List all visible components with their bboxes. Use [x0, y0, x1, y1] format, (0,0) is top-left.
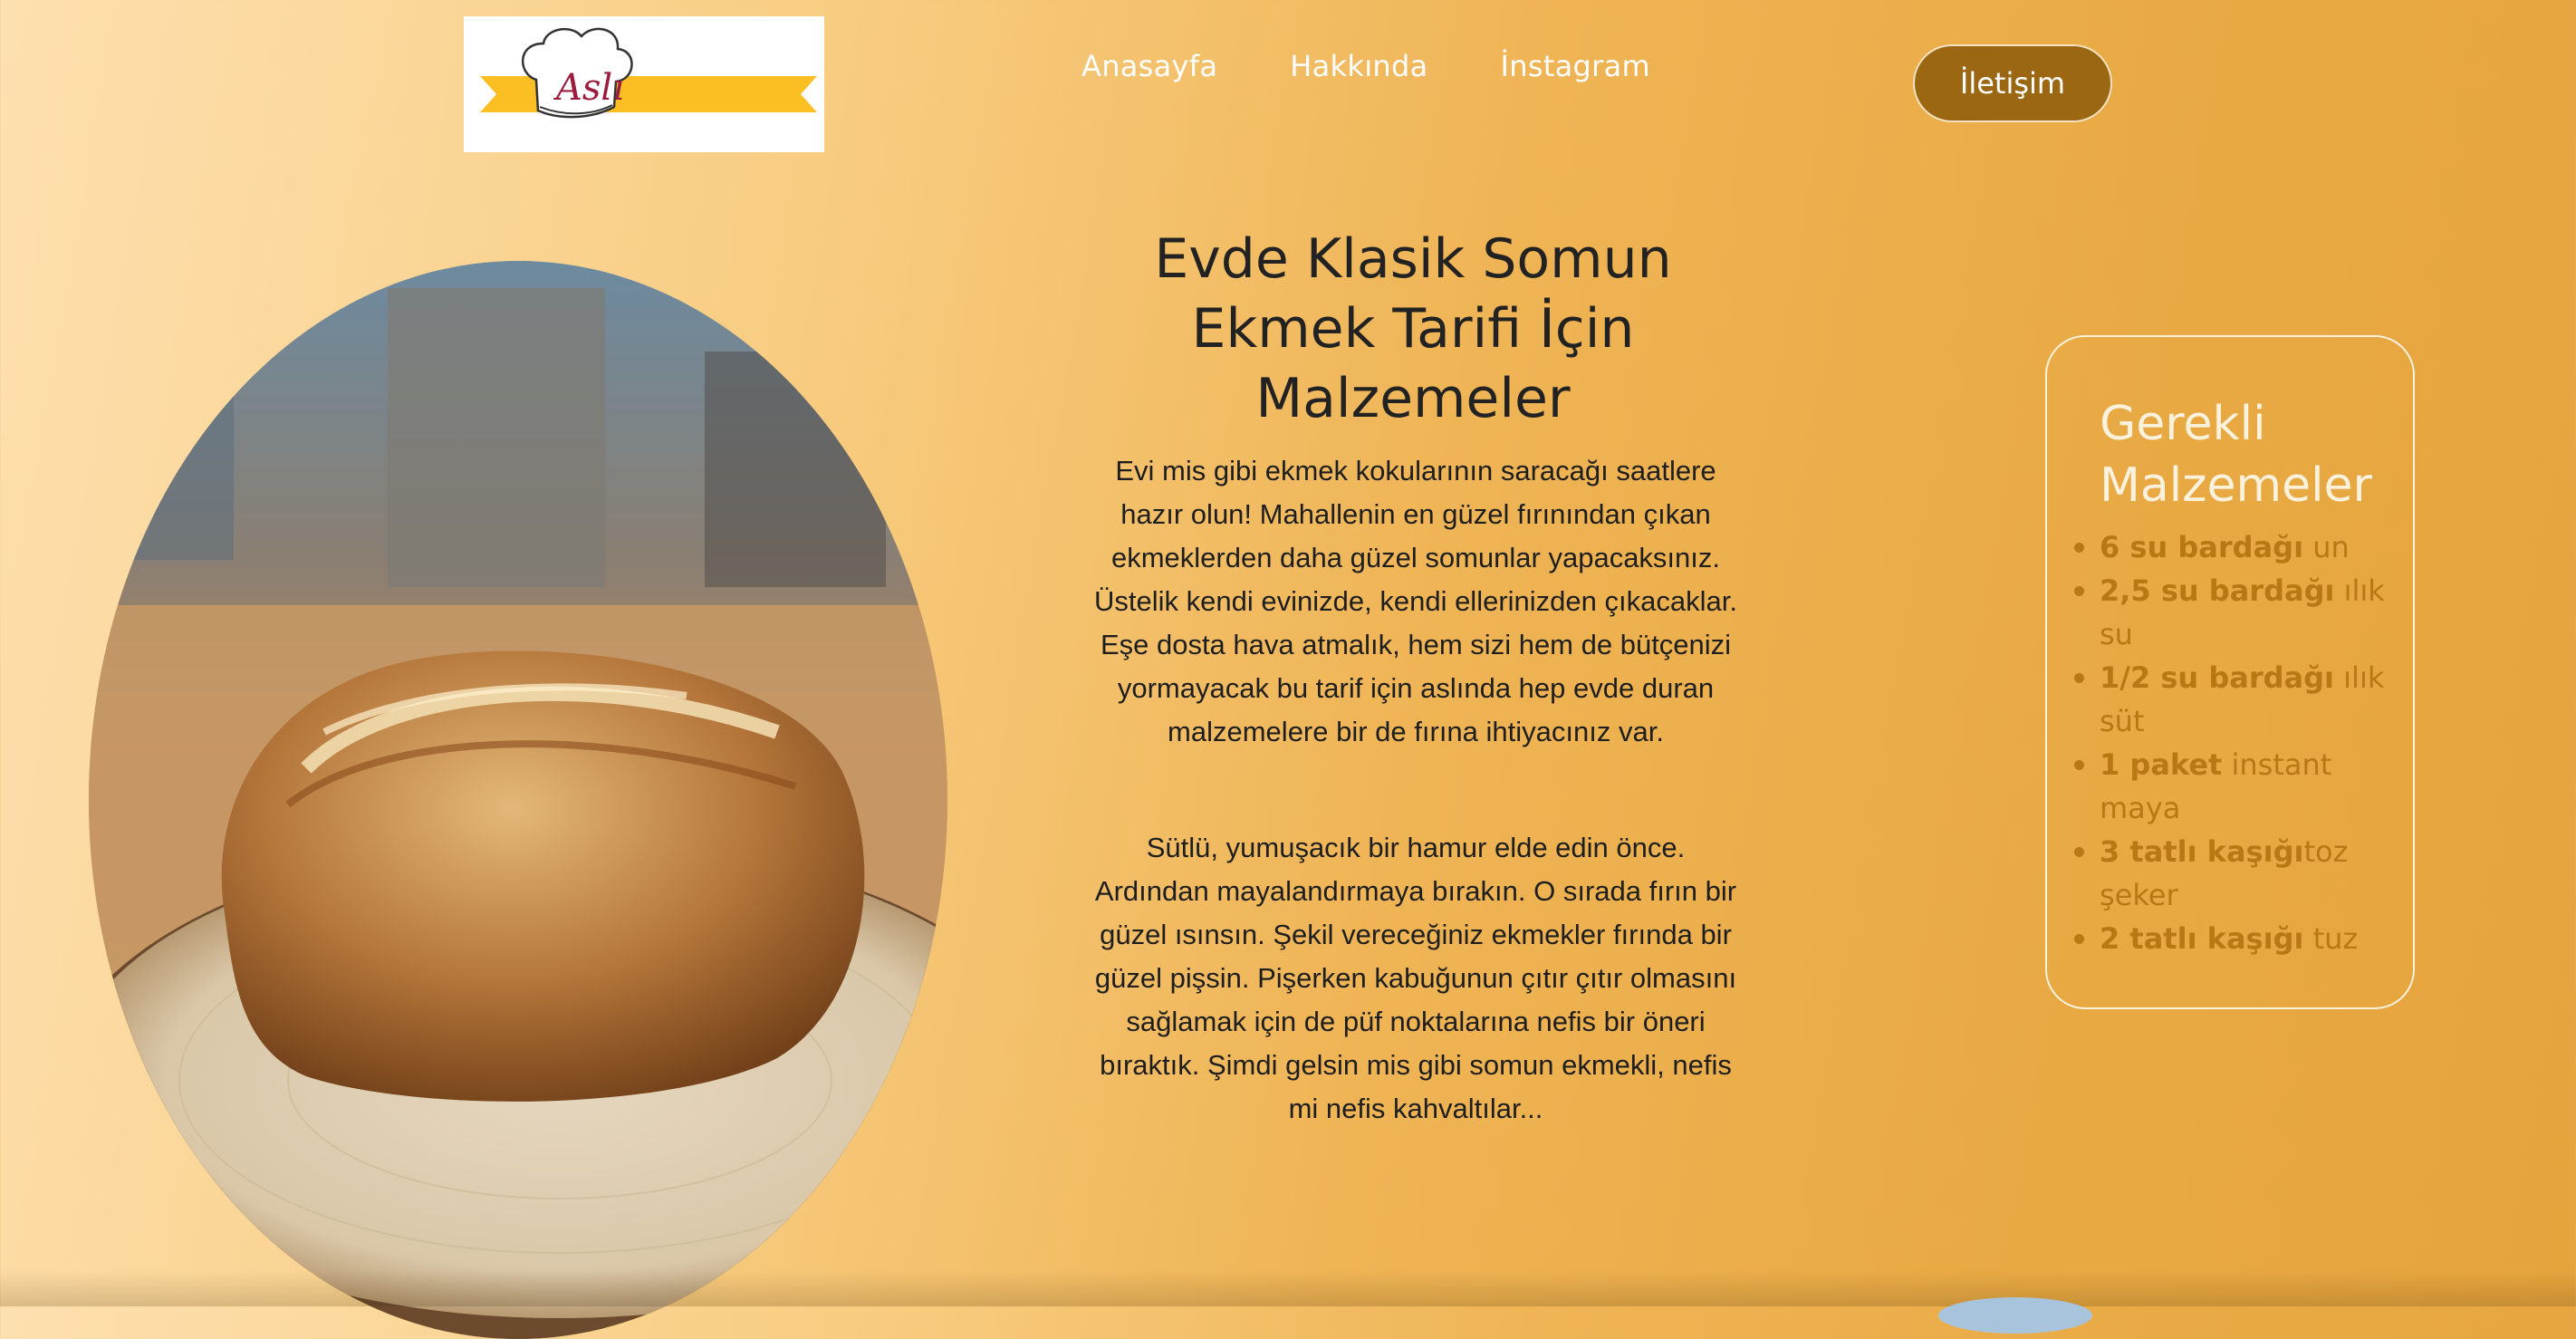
ingredient-item: 1/2 su bardağı ılık süt: [2074, 656, 2386, 743]
bread-photo: [89, 261, 947, 1339]
ingredient-item: 6 su bardağı un: [2074, 525, 2386, 569]
ingredient-qty: 3 tatlı kaşığı: [2100, 834, 2304, 869]
ingredient-item: 2 tatlı kaşığı tuz: [2074, 917, 2386, 960]
next-section-image-peek: [1938, 1297, 2092, 1334]
ingredients-title: Gerekli Malzemeler: [2100, 397, 2372, 513]
nav-link-instagram[interactable]: İnstagram: [1501, 49, 1651, 83]
ingredient-qty: 6 su bardağı: [2100, 530, 2304, 564]
ingredient-name: tuz: [2303, 921, 2359, 956]
section-divider-shadow: [0, 1270, 2576, 1306]
ingredient-item: 3 tatlı kaşığıtoz şeker: [2074, 830, 2386, 917]
ingredients-list: 6 su bardağı un 2,5 su bardağı ılık su 1…: [2074, 525, 2386, 960]
bread-image: [89, 261, 947, 1339]
intro-paragraph: Evi mis gibi ekmek kokularının saracağı …: [1094, 455, 1737, 747]
nav-link-hakkinda[interactable]: Hakkında: [1290, 49, 1427, 83]
page-title: Evde Klasik Somun Ekmek Tarifi İçin Malz…: [1154, 227, 1672, 430]
contact-button[interactable]: İletişim: [1913, 44, 2112, 122]
main-nav: Anasayfa Hakkında İnstagram: [1081, 49, 1650, 83]
nav-link-anasayfa[interactable]: Anasayfa: [1081, 49, 1217, 83]
svg-text:Aslı: Aslı: [553, 67, 624, 109]
ingredient-item: 2,5 su bardağı ılık su: [2074, 569, 2386, 656]
ingredients-card: Gerekli Malzemeler 6 su bardağı un 2,5 s…: [2045, 335, 2415, 1009]
ingredient-qty: 1 paket: [2100, 747, 2223, 782]
ingredient-qty: 2,5 su bardağı: [2100, 573, 2335, 608]
ingredient-item: 1 paket instant maya: [2074, 743, 2386, 830]
ingredient-qty: 1/2 su bardağı: [2100, 660, 2334, 695]
ingredient-name: un: [2303, 530, 2350, 564]
ingredient-qty: 2 tatlı kaşığı: [2100, 921, 2304, 956]
logo[interactable]: Aslı: [464, 16, 824, 152]
chef-hat-logo-icon: Aslı: [480, 27, 817, 119]
method-paragraph: Sütlü, yumuşacık bir hamur elde edin önc…: [1094, 832, 1737, 1124]
